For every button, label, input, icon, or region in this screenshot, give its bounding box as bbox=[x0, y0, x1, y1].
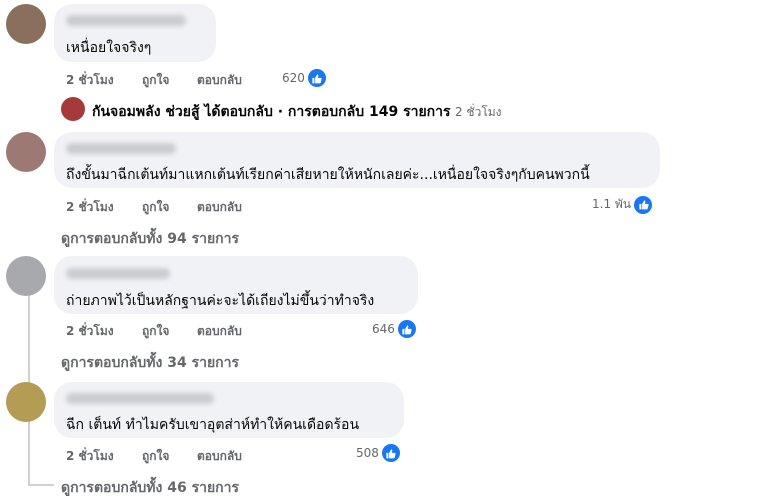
comment-text: ถ่ายภาพไว้เป็นหลักฐานค่ะจะได้เถียงไม่ขึ้… bbox=[66, 293, 375, 309]
avatar[interactable] bbox=[6, 256, 46, 296]
comment-text: ถึงขั้นมาฉีกเต้นท์มาแหกเต้นท์เรียกค่าเสี… bbox=[66, 167, 590, 183]
thread-line-branch bbox=[28, 484, 54, 486]
comment-text: ฉีก เต็นท์ ทำไมครับเขาอุตส่าห์ทำให้คนเดื… bbox=[66, 417, 360, 433]
timestamp[interactable]: 2 ชั่วโมง bbox=[66, 71, 114, 90]
reply-summary-time: 2 ชั่วโมง bbox=[454, 105, 502, 119]
view-replies-link[interactable]: ดูการตอบกลับทั้ง 46 รายการ bbox=[61, 477, 239, 499]
reply-button[interactable]: ตอบกลับ bbox=[197, 322, 242, 341]
comment-text: เหนื่อยใจจริงๆ bbox=[66, 40, 152, 56]
comment-bubble: ถึงขั้นมาฉีกเต้นท์มาแหกเต้นท์เรียกค่าเสี… bbox=[54, 132, 660, 188]
reaction-count[interactable]: 508 bbox=[356, 444, 400, 462]
author-name[interactable] bbox=[66, 15, 186, 26]
like-icon bbox=[397, 320, 416, 338]
like-button[interactable]: ถูกใจ bbox=[142, 71, 169, 90]
reaction-count[interactable]: 620 bbox=[282, 69, 326, 87]
reply-author-avatar[interactable] bbox=[61, 97, 85, 121]
timestamp[interactable]: 2 ชั่วโมง bbox=[66, 322, 114, 341]
reply-button[interactable]: ตอบกลับ bbox=[197, 447, 242, 466]
like-icon bbox=[307, 69, 326, 87]
like-button[interactable]: ถูกใจ bbox=[142, 322, 169, 341]
reply-summary-action: ได้ตอบกลับ · การตอบกลับ 149 รายการ bbox=[199, 104, 451, 120]
avatar[interactable] bbox=[6, 4, 46, 44]
author-name[interactable] bbox=[66, 268, 170, 279]
timestamp[interactable]: 2 ชั่วโมง bbox=[66, 198, 114, 217]
comment-bubble: ฉีก เต็นท์ ทำไมครับเขาอุตส่าห์ทำให้คนเดื… bbox=[54, 382, 404, 438]
reply-summary[interactable]: กันจอมพลัง ช่วยสู้ ได้ตอบกลับ · การตอบกล… bbox=[92, 101, 502, 123]
comment-bubble: เหนื่อยใจจริงๆ bbox=[54, 4, 216, 62]
author-name[interactable] bbox=[66, 393, 214, 404]
comment-bubble: ถ่ายภาพไว้เป็นหลักฐานค่ะจะได้เถียงไม่ขึ้… bbox=[54, 256, 418, 314]
reply-button[interactable]: ตอบกลับ bbox=[197, 198, 242, 217]
like-icon bbox=[634, 195, 653, 214]
reaction-count[interactable]: 646 bbox=[372, 320, 416, 338]
view-replies-link[interactable]: ดูการตอบกลับทั้ง 94 รายการ bbox=[61, 228, 239, 250]
avatar[interactable] bbox=[6, 132, 46, 172]
avatar[interactable] bbox=[6, 382, 46, 422]
like-button[interactable]: ถูกใจ bbox=[142, 447, 169, 466]
author-name[interactable] bbox=[66, 143, 176, 154]
reaction-count-text: 620 bbox=[282, 71, 305, 85]
timestamp[interactable]: 2 ชั่วโมง bbox=[66, 447, 114, 466]
reply-button[interactable]: ตอบกลับ bbox=[197, 71, 242, 90]
like-button[interactable]: ถูกใจ bbox=[142, 198, 169, 217]
view-replies-link[interactable]: ดูการตอบกลับทั้ง 34 รายการ bbox=[61, 352, 239, 374]
like-icon bbox=[381, 444, 400, 462]
reaction-count-text: 1.1 พัน bbox=[592, 197, 632, 211]
reaction-count-text: 646 bbox=[372, 322, 395, 336]
reply-author-name[interactable]: กันจอมพลัง ช่วยสู้ bbox=[92, 104, 200, 120]
reaction-count-text: 508 bbox=[356, 446, 379, 460]
reaction-count[interactable]: 1.1 พัน bbox=[592, 195, 653, 214]
